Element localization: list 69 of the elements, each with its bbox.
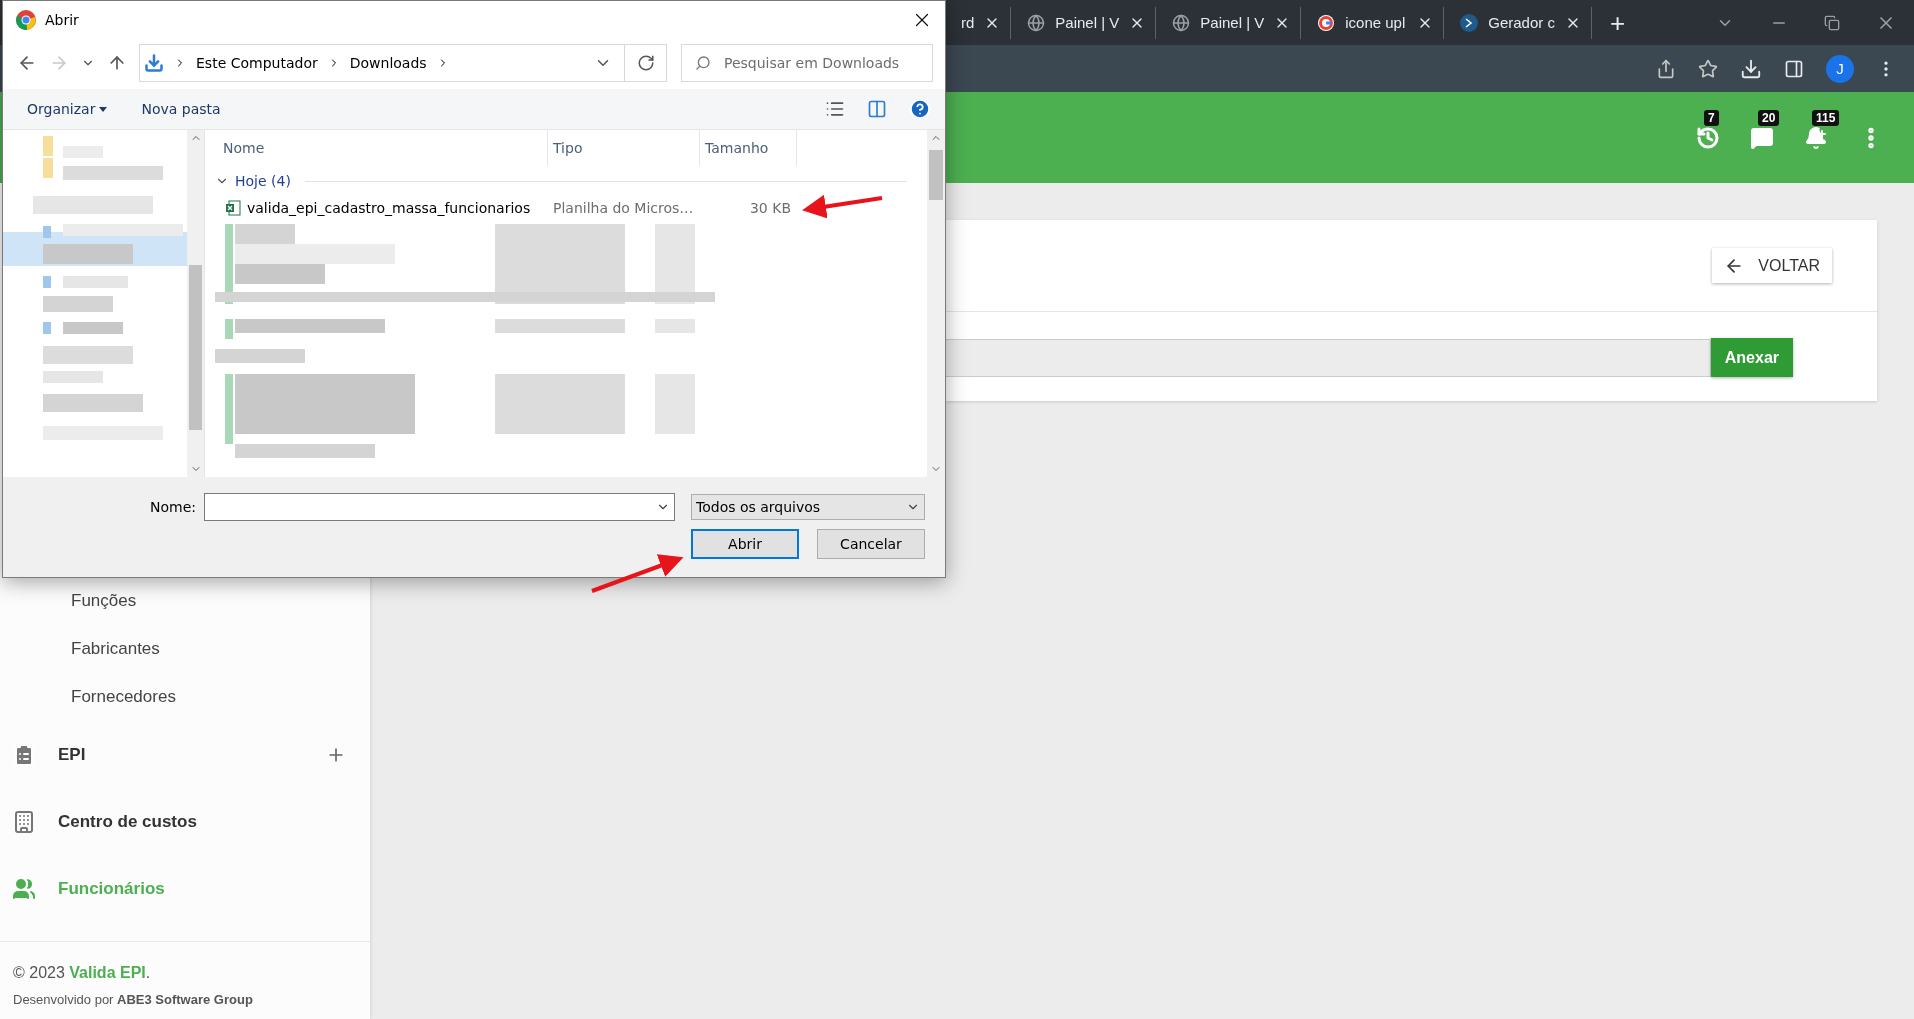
file-row[interactable]: valida_epi_cadastro_massa_funcionarios Planilha do Micros… 30 KB	[205, 196, 927, 220]
side-panel-icon[interactable]	[1784, 58, 1804, 79]
sidebar-item-label: Funcionários	[58, 878, 166, 899]
browser-tab[interactable]: Painel | V	[1156, 6, 1302, 39]
cancel-button[interactable]: Cancelar	[817, 529, 925, 559]
download-icon[interactable]	[1740, 57, 1762, 80]
count-badge: 115	[1812, 109, 1840, 126]
tab-title: icone upl	[1345, 14, 1407, 31]
browser-tab[interactable]: Gerador c	[1444, 6, 1592, 39]
bell-icon	[1804, 125, 1828, 150]
sidebar-subitem[interactable]: Fabricantes	[0, 625, 370, 673]
count-badge: 20	[1758, 109, 1780, 126]
toolbar-button[interactable]: Organizar	[27, 101, 108, 117]
caret-icon	[99, 106, 108, 112]
column-header[interactable]: Nome	[205, 130, 548, 166]
scrollbar-thumb[interactable]	[929, 150, 943, 200]
sidebar-item[interactable]: EPI	[0, 721, 370, 788]
credit-text: Desenvolvido por ABE3 Software Group	[13, 992, 254, 1007]
star-icon[interactable]	[1698, 58, 1718, 79]
sidebar-subitem[interactable]: Funções	[0, 577, 370, 625]
file-name: valida_epi_cadastro_massa_funcionarios	[247, 200, 531, 216]
group-label: Hoje (4)	[235, 173, 291, 189]
view-options-icon[interactable]	[825, 99, 845, 119]
open-button[interactable]: Abrir	[691, 529, 799, 559]
file-size: 30 KB	[748, 200, 792, 216]
filename-field[interactable]	[204, 493, 675, 521]
search-field[interactable]: Pesquisar em Downloads	[681, 44, 933, 82]
download-folder-icon	[144, 53, 164, 73]
preview-pane-icon[interactable]	[867, 99, 887, 119]
file-type-select[interactable]: Todos os arquivos	[691, 494, 925, 520]
history-icon	[1696, 125, 1720, 150]
sidebar-subitem[interactable]: Fornecedores	[0, 673, 370, 721]
sidebar-item[interactable]: Centro de custos	[0, 788, 370, 855]
tab-title: Painel | V	[1200, 14, 1265, 31]
restore-icon[interactable]	[1824, 14, 1840, 31]
browser-tab[interactable]: Painel | V	[1011, 6, 1157, 39]
help-icon[interactable]	[909, 98, 931, 120]
people-icon	[12, 876, 36, 901]
spreadsheet-icon	[225, 200, 241, 216]
sidebar-item-label: Centro de custos	[58, 811, 198, 832]
browser-tab[interactable]: icone upl	[1301, 6, 1445, 39]
sidebar-item-label: EPI	[58, 744, 87, 765]
toolbar-button[interactable]: Nova pasta	[141, 101, 221, 117]
site-logo-icon	[1460, 13, 1479, 32]
dialog-title: Abrir	[45, 12, 80, 28]
new-tab-button[interactable]: +	[1609, 9, 1626, 36]
profile-avatar[interactable]: J	[1826, 54, 1854, 83]
back-button[interactable]: VOLTAR	[1712, 248, 1832, 283]
attach-button[interactable]: Anexar	[1710, 338, 1793, 377]
globe-icon	[1172, 13, 1191, 32]
tab-title: rd	[961, 14, 975, 31]
building-icon	[12, 809, 36, 834]
file-type: Planilha do Micros…	[552, 200, 695, 216]
breadcrumb[interactable]: Downloads	[349, 55, 427, 71]
count-badge: 7	[1704, 109, 1719, 126]
tab-title: Gerador c	[1488, 14, 1555, 31]
tab-title: Painel | V	[1055, 14, 1120, 31]
search-icon	[695, 55, 711, 71]
browser-logo-icon	[15, 9, 37, 31]
globe-icon	[1027, 13, 1046, 32]
share-icon[interactable]	[1656, 58, 1676, 79]
copyright-text: © 2023 Valida EPI.	[13, 964, 152, 982]
column-header[interactable]: Tamanho	[700, 130, 797, 166]
column-header[interactable]: Tipo	[548, 130, 700, 166]
refresh-icon[interactable]	[636, 54, 655, 72]
scrollbar-thumb[interactable]	[189, 265, 202, 430]
filename-label: Nome:	[150, 499, 196, 515]
address-bar[interactable]: Este Computador Downloads	[139, 44, 667, 82]
breadcrumb[interactable]: Este Computador	[196, 55, 318, 71]
